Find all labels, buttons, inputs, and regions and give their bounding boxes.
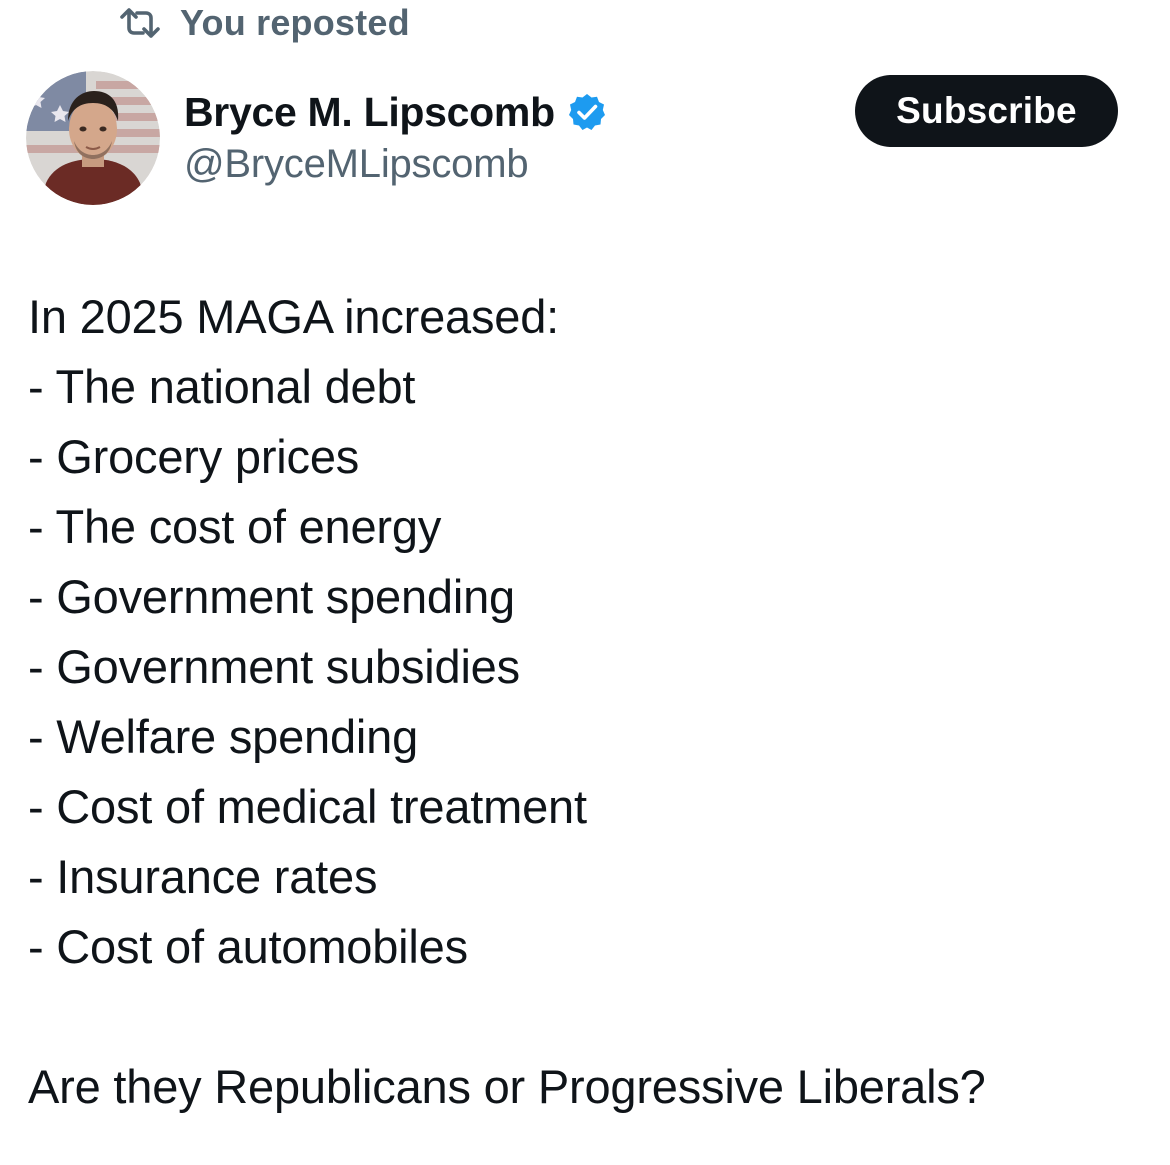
list-item: - Welfare spending xyxy=(28,710,419,763)
post-intro: In 2025 MAGA increased: xyxy=(28,290,559,343)
subscribe-button[interactable]: Subscribe xyxy=(855,75,1118,147)
paragraph-break xyxy=(28,982,1138,1052)
repost-indicator: You reposted xyxy=(118,0,410,46)
author-name[interactable]: Bryce M. Lipscomb xyxy=(184,89,555,136)
list-item: - Cost of automobiles xyxy=(28,920,468,973)
repost-label: You reposted xyxy=(180,2,410,43)
list-item: - Cost of medical treatment xyxy=(28,780,587,833)
avatar[interactable] xyxy=(26,71,160,205)
list-item: - Government spending xyxy=(28,570,515,623)
list-item: - Grocery prices xyxy=(28,430,360,483)
post-text: In 2025 MAGA increased: - The national d… xyxy=(28,282,1138,1122)
author-handle[interactable]: @BryceMLipscomb xyxy=(184,142,529,187)
list-item: - Insurance rates xyxy=(28,850,378,903)
list-item: - The cost of energy xyxy=(28,500,442,553)
list-item: - Government subsidies xyxy=(28,640,520,693)
list-item: - The national debt xyxy=(28,360,416,413)
verified-badge-icon[interactable] xyxy=(567,92,607,132)
author-name-row[interactable]: Bryce M. Lipscomb xyxy=(184,86,607,138)
repost-icon xyxy=(118,6,162,40)
post-closing: Are they Republicans or Progressive Libe… xyxy=(28,1060,986,1113)
